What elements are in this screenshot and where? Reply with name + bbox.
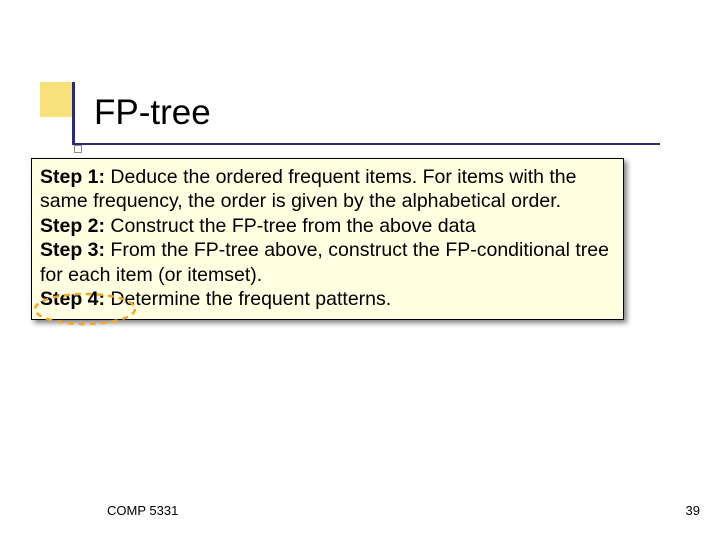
decorative-square — [40, 82, 75, 117]
slide: FP-tree Step 1: Deduce the ordered frequ… — [0, 0, 720, 540]
steps-callout-box: Step 1: Deduce the ordered frequent item… — [31, 158, 624, 320]
step-3-label: Step 3: — [40, 239, 105, 261]
step-3-text: From the FP-tree above, construct the FP… — [40, 239, 609, 285]
step-2-text: Construct the FP-tree from the above dat… — [105, 215, 476, 237]
step-1-text: Deduce the ordered frequent items. For i… — [40, 166, 577, 212]
step-4-text: Determine the frequent patterns. — [105, 288, 391, 310]
decorative-horizontal-line — [72, 143, 660, 145]
decorative-joint-icon — [74, 145, 82, 153]
slide-title: FP-tree — [94, 93, 211, 133]
decorative-vertical-line — [72, 82, 75, 144]
footer-course-code: COMP 5331 — [107, 503, 178, 518]
footer-page-number: 39 — [686, 503, 700, 518]
step-4-label: Step 4: — [40, 288, 105, 310]
step-2-label: Step 2: — [40, 215, 105, 237]
step-1-label: Step 1: — [40, 166, 105, 188]
